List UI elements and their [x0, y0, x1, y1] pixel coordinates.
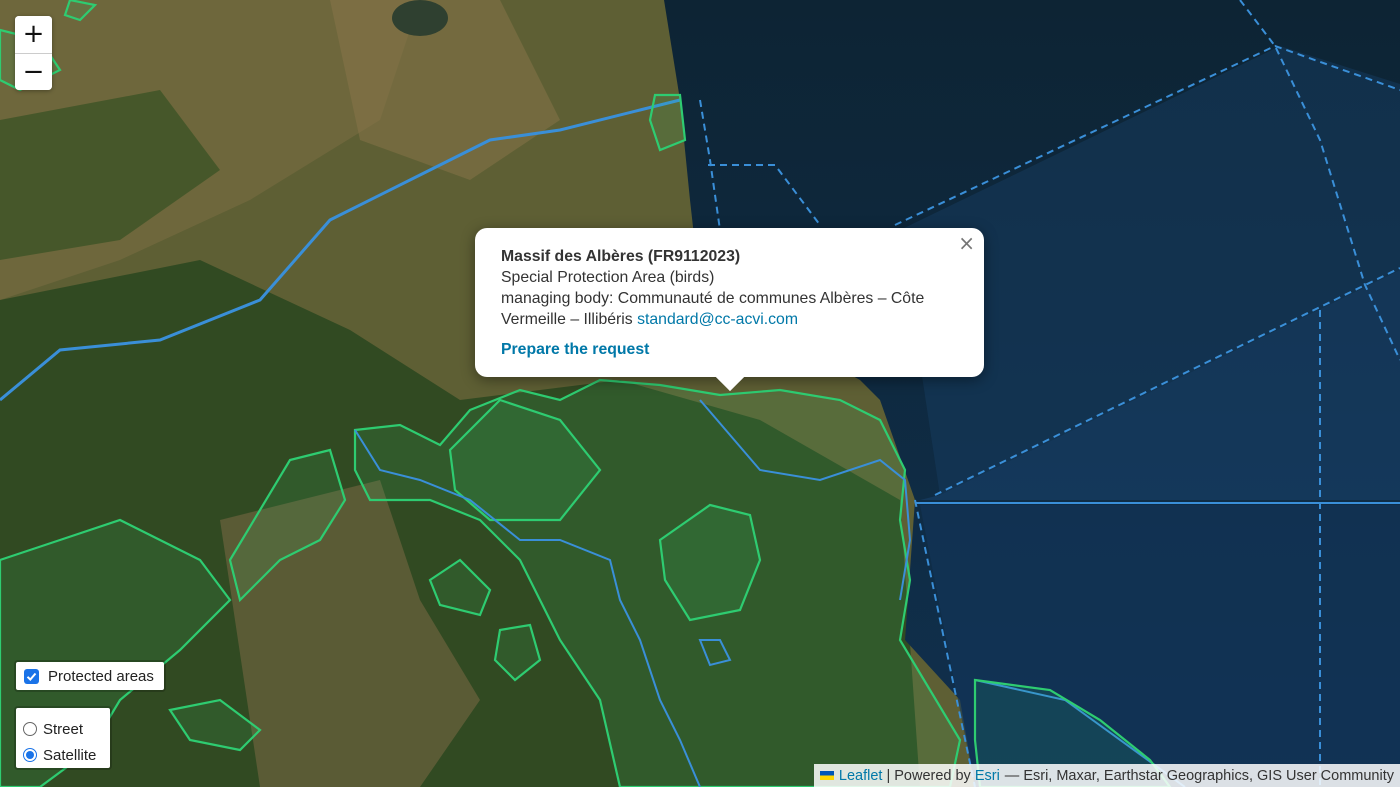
- base-layer-control: Street Satellite: [14, 706, 112, 770]
- street-label[interactable]: Street: [43, 721, 83, 738]
- popup-title: Massif des Albères (FR9112023): [501, 248, 741, 265]
- protected-areas-label[interactable]: Protected areas: [48, 668, 154, 685]
- leaflet-link[interactable]: Leaflet: [839, 768, 883, 784]
- base-layer-option-street[interactable]: Street: [16, 716, 110, 742]
- map-attribution: Leaflet | Powered by Esri — Esri, Maxar,…: [813, 764, 1400, 787]
- protected-area-popup: × Massif des Albères (FR9112023) Special…: [475, 228, 984, 392]
- esri-link[interactable]: Esri: [975, 768, 1000, 784]
- satellite-label[interactable]: Satellite: [43, 747, 96, 764]
- overlay-layer-control: Protected areas: [14, 660, 166, 692]
- satellite-basemap: [0, 0, 1400, 787]
- prepare-request-link[interactable]: Prepare the request: [501, 339, 649, 360]
- popup-area-type: Special Protection Area (birds): [501, 269, 715, 286]
- popup-managing-body: managing body: Communauté de communes Al…: [501, 288, 958, 330]
- satellite-radio[interactable]: [23, 748, 37, 762]
- zoom-control: + −: [15, 16, 52, 90]
- checkmark-icon: [26, 672, 37, 681]
- map-view[interactable]: + − Protected areas Street Satellite × M…: [0, 0, 1400, 787]
- base-layer-option-satellite[interactable]: Satellite: [16, 742, 110, 768]
- managing-body-email-link[interactable]: standard@cc-acvi.com: [637, 311, 798, 328]
- popup-close-button[interactable]: ×: [958, 233, 975, 254]
- attribution-sources: — Esri, Maxar, Earthstar Geographics, GI…: [1004, 767, 1394, 784]
- powered-by-text: Powered by: [894, 767, 971, 784]
- protected-areas-checkbox[interactable]: [24, 668, 39, 684]
- attribution-separator: |: [886, 767, 891, 784]
- zoom-out-button[interactable]: −: [15, 53, 52, 90]
- street-radio[interactable]: [23, 722, 37, 736]
- zoom-in-button[interactable]: +: [15, 16, 52, 53]
- ukraine-flag-icon: [819, 771, 834, 780]
